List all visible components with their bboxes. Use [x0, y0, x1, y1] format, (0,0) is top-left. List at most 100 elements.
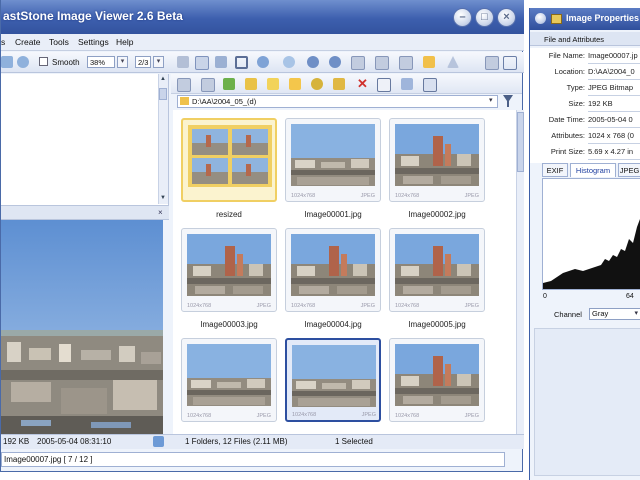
rotate-left-icon[interactable] [307, 56, 319, 68]
scroll-thumb[interactable] [517, 112, 524, 172]
new-folder-icon[interactable] [245, 78, 257, 90]
property-key: Location: [554, 67, 585, 76]
filter-icon[interactable] [503, 95, 513, 107]
property-row: Attributes: 1024 x 768 (0 [530, 128, 640, 144]
property-divider [588, 159, 640, 160]
property-key: Date Time: [548, 115, 585, 124]
folder-icon [180, 97, 189, 105]
zoom-level-field[interactable]: 38% [87, 56, 115, 68]
zoom-out-icon[interactable] [17, 56, 29, 68]
thumbnail-card[interactable]: 1024x768 JPEG [285, 228, 381, 312]
image-preview [1, 220, 163, 434]
thumbnail-dimensions: 1024x768 [187, 413, 212, 419]
preview-close-icon[interactable]: × [158, 208, 163, 217]
menu-item[interactable]: s [1, 37, 5, 47]
scroll-thumb[interactable] [159, 88, 167, 100]
property-value: 192 KB [588, 99, 613, 108]
thumbnail-filename[interactable]: Image00001.jpg [285, 210, 381, 219]
tab-exif[interactable]: EXIF [542, 163, 568, 177]
folder-tree-scrollbar[interactable]: ▲ ▼ [158, 74, 168, 204]
thumbnail-filename[interactable]: resized [181, 210, 277, 219]
thumbnail-filename[interactable]: Image00003.jpg [181, 320, 277, 329]
channel-value: Gray [592, 309, 609, 318]
upload-icon[interactable] [447, 56, 459, 68]
path-dropdown-icon[interactable]: ▾ [489, 96, 493, 104]
thumbnail-meta: 1024x768 JPEG [187, 413, 271, 419]
menu-item-help[interactable]: Help [116, 37, 133, 47]
slideshow-icon[interactable] [399, 56, 413, 70]
menu-item-create[interactable]: Create [15, 37, 41, 47]
title-bar[interactable]: astStone Image Viewer 2.6 Beta – □ × [1, 0, 524, 34]
refresh-icon[interactable] [223, 78, 235, 90]
copy-icon[interactable] [289, 78, 301, 90]
list-view-icon[interactable] [423, 78, 437, 92]
zoom-in-icon[interactable] [1, 56, 13, 68]
property-row: Type: JPEG Bitmap [530, 80, 640, 96]
thumbnail-scrollbar[interactable] [516, 110, 524, 434]
fit-field[interactable]: 2/3 [135, 56, 151, 68]
resize-icon[interactable] [215, 56, 227, 68]
print-icon[interactable] [177, 56, 189, 68]
properties-close-icon[interactable] [535, 13, 546, 24]
close-button[interactable]: × [497, 8, 516, 27]
delete-icon[interactable]: ✕ [357, 76, 368, 92]
selected-count: 1 Selected [335, 437, 373, 446]
path-field[interactable]: D:\AA\2004_05_(d) [177, 95, 498, 108]
property-value: 5.69 x 4.27 in [588, 147, 634, 156]
thumbnail-image [188, 125, 272, 187]
favorite-icon[interactable] [267, 78, 279, 90]
thumbnail-image [395, 344, 479, 406]
properties-title-bar[interactable]: Image Properties [530, 8, 640, 30]
thumbnail-meta: 1024x768 JPEG [291, 303, 375, 309]
compare-icon[interactable] [375, 56, 389, 70]
rotate-right-icon[interactable] [329, 56, 341, 68]
thumbnail-filename[interactable]: Image00004.jpg [285, 320, 381, 329]
minimize-button[interactable]: – [453, 8, 472, 27]
details-icon[interactable] [377, 78, 391, 92]
tab-histogram[interactable]: Histogram [570, 163, 616, 177]
thumbnail-card[interactable]: 1024x768 JPEG [389, 228, 485, 312]
smooth-label: Smooth [52, 58, 80, 67]
crop-icon[interactable] [235, 56, 248, 69]
move-icon[interactable] [311, 78, 323, 90]
maximize-button[interactable]: □ [475, 8, 494, 27]
properties-window: Image Properties File and Attributes Fil… [529, 8, 640, 480]
tag-icon[interactable] [333, 78, 345, 90]
thumb-size-icon[interactable] [401, 78, 413, 90]
color-icon[interactable] [283, 56, 295, 68]
thumbnail-folder[interactable] [181, 118, 277, 202]
fit-window-icon[interactable] [195, 56, 209, 70]
fit-stepper-button[interactable]: ▾ [153, 56, 164, 68]
property-row: Location: D:\AA\2004_0 [530, 64, 640, 80]
property-row: Print Size: 5.69 x 4.27 in [530, 144, 640, 160]
tab-jpeg[interactable]: JPEG [618, 163, 640, 177]
scroll-down-icon[interactable]: ▼ [159, 194, 167, 203]
menu-item-settings[interactable]: Settings [78, 37, 109, 47]
scroll-up-icon[interactable]: ▲ [159, 75, 167, 84]
menu-item-tools[interactable]: Tools [49, 37, 69, 47]
thumbnail-card[interactable]: 1024x768 JPEG [389, 118, 485, 202]
file-datetime-text: 2005-05-04 08:31:10 [37, 437, 112, 446]
smooth-checkbox[interactable] [39, 57, 48, 66]
thumbnail-filename[interactable]: Image00005.jpg [389, 320, 485, 329]
zoom-stepper-button[interactable]: ▾ [117, 56, 128, 68]
layout-icon[interactable] [485, 56, 499, 70]
folder-icon[interactable] [423, 56, 435, 68]
property-key: Print Size: [550, 147, 585, 156]
forward-icon[interactable] [201, 78, 215, 92]
expand-icon[interactable] [153, 436, 164, 447]
thumbnail-card[interactable]: 1024x768 JPEG [285, 338, 381, 422]
view-icon[interactable] [257, 56, 269, 68]
back-icon[interactable] [177, 78, 191, 92]
fullscreen-icon[interactable] [503, 56, 517, 70]
channel-select[interactable]: Gray ▾ [589, 308, 640, 320]
thumbnail-card[interactable]: 1024x768 JPEG [181, 338, 277, 422]
main-toolbar: Smooth 38% ▾ 2/3 ▾ [1, 52, 524, 73]
thumbnail-card[interactable]: 1024x768 JPEG [181, 228, 277, 312]
flip-icon[interactable] [351, 56, 365, 70]
thumbnail-card[interactable]: 1024x768 JPEG [285, 118, 381, 202]
histogram-min-label: 0 [543, 293, 547, 300]
thumbnail-filename[interactable]: Image00002.jpg [389, 210, 485, 219]
thumbnail-card[interactable]: 1024x768 JPEG [389, 338, 485, 422]
folder-tree-panel[interactable]: ▲ ▼ [1, 74, 169, 206]
